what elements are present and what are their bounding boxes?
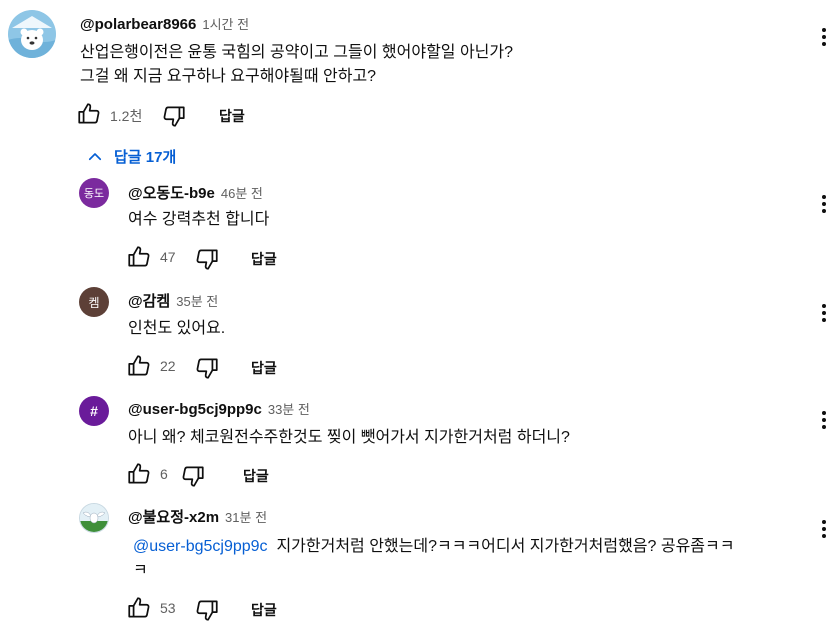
avatar-initials: 동도 — [83, 188, 105, 200]
kebab-menu-icon[interactable] — [812, 192, 836, 216]
kebab-menu-icon[interactable] — [812, 301, 836, 325]
like-count: 22 — [160, 358, 176, 374]
thumbs-down-icon[interactable] — [194, 355, 220, 381]
like-count: 53 — [160, 600, 176, 616]
like-count: 47 — [160, 249, 176, 265]
reply-author[interactable]: @user-bg5cj9pp9c — [128, 401, 262, 418]
thumbs-down-icon[interactable] — [194, 597, 220, 623]
avatar[interactable]: # — [79, 396, 109, 426]
avatar[interactable] — [79, 503, 109, 533]
reply-text: 지가한거처럼 안했는데?ㅋㅋㅋ어디서 지가한거처럼했음? 공유좀ㅋㅋ — [276, 538, 735, 555]
thumbs-up-icon[interactable] — [76, 101, 102, 127]
thumbs-down-icon[interactable] — [194, 246, 220, 272]
kebab-menu-icon[interactable] — [812, 408, 836, 432]
comment-text-line-2: 그걸 왜 지금 요구하나 요구해야될때 안하고? — [80, 68, 377, 85]
reply-text-line-2: ㅋ — [133, 562, 148, 579]
thumbs-up-icon[interactable] — [126, 244, 152, 270]
fairy-avatar-image — [80, 504, 108, 532]
kebab-menu-icon[interactable] — [812, 517, 836, 541]
comment-header: @polarbear8966 1시간 전 — [80, 14, 249, 33]
reply-author[interactable]: @불요정-x2m — [128, 506, 219, 527]
reply-header: @감켐 35분 전 — [128, 290, 218, 311]
reply-author[interactable]: @감켐 — [128, 290, 170, 311]
avatar[interactable] — [8, 10, 56, 58]
reply-button[interactable]: 답글 — [219, 106, 245, 126]
thumbs-up-icon[interactable] — [126, 595, 152, 621]
reply-time[interactable]: 31분 전 — [225, 507, 267, 526]
avatar[interactable]: 동도 — [79, 178, 109, 208]
reply-button[interactable]: 답글 — [251, 600, 277, 620]
replies-toggle-button[interactable]: 답글 17개 — [86, 146, 176, 167]
reply-author[interactable]: @오동도-b9e — [128, 182, 215, 203]
comment-text-line-1: 산업은행이전은 윤통 국힘의 공약이고 그들이 했어야할일 아닌가? — [80, 44, 514, 61]
reply-header: @user-bg5cj9pp9c 33분 전 — [128, 399, 310, 418]
polar-bear-avatar-image — [8, 10, 56, 58]
reply-text: 인천도 있어요. — [128, 320, 226, 337]
avatar-initials: # — [90, 403, 98, 419]
replies-count-label: 답글 17개 — [114, 149, 177, 166]
avatar[interactable]: 켐 — [79, 287, 109, 317]
reply-time[interactable]: 33분 전 — [268, 399, 310, 418]
reply-time[interactable]: 46분 전 — [221, 183, 263, 202]
reply-text-line-1: @user-bg5cj9pp9c 지가한거처럼 안했는데?ㅋㅋㅋ어디서 지가한거… — [133, 534, 734, 559]
reply-text: 여수 강력추천 합니다 — [128, 211, 270, 228]
mention-link[interactable]: @user-bg5cj9pp9c — [133, 538, 268, 555]
chevron-up-icon — [88, 152, 102, 160]
thumbs-up-icon[interactable] — [126, 353, 152, 379]
reply-button[interactable]: 답글 — [251, 249, 277, 269]
reply-time[interactable]: 35분 전 — [176, 291, 218, 310]
comment-author[interactable]: @polarbear8966 — [80, 16, 196, 33]
comment-time[interactable]: 1시간 전 — [202, 14, 249, 33]
reply-text: 아니 왜? 체코원전수주한것도 찢이 뺏어가서 지가한거처럼 하더니? — [128, 429, 570, 446]
thumbs-down-icon[interactable] — [180, 463, 206, 489]
kebab-menu-icon[interactable] — [812, 25, 836, 49]
like-count: 6 — [160, 466, 168, 482]
avatar-initials: 켐 — [88, 295, 100, 310]
like-count: 1.2천 — [110, 108, 143, 124]
reply-header: @오동도-b9e 46분 전 — [128, 182, 263, 203]
thumbs-down-icon[interactable] — [161, 103, 187, 129]
reply-header: @불요정-x2m 31분 전 — [128, 506, 267, 527]
thumbs-up-icon[interactable] — [126, 461, 152, 487]
reply-button[interactable]: 답글 — [251, 358, 277, 378]
reply-button[interactable]: 답글 — [243, 466, 269, 486]
